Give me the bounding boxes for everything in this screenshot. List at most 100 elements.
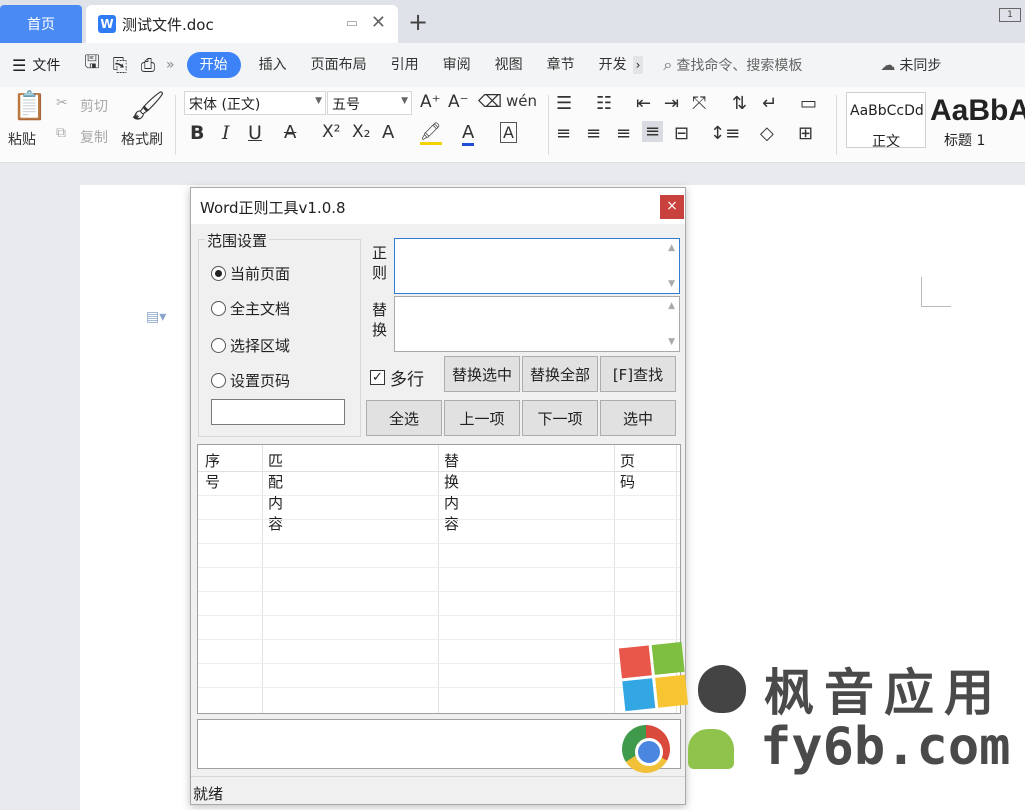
menu-bar: ☰ 文件 🖫 ⎘ ⎙ » 开始 插入 页面布局 引用 审阅 视图 章节 开发 ›… xyxy=(0,43,1025,87)
align-center-icon[interactable]: ≡ xyxy=(586,123,601,144)
message-box[interactable] xyxy=(197,719,681,769)
header-replacement[interactable]: 替换内容 xyxy=(444,450,459,534)
radio-main-document[interactable]: 全主文档 xyxy=(211,298,290,319)
select-button[interactable]: 选中 xyxy=(600,400,676,436)
increase-indent-icon[interactable]: ⇥ xyxy=(664,93,679,114)
header-divider xyxy=(198,471,680,472)
paragraph-handle-icon[interactable]: ▤▾ xyxy=(146,309,166,325)
subscript-icon[interactable]: X₂ xyxy=(352,122,370,142)
replace-input[interactable]: ▲ ▼ xyxy=(394,296,680,352)
new-tab-button[interactable]: + xyxy=(408,8,428,36)
file-menu[interactable]: ☰ 文件 xyxy=(0,55,78,75)
radio-current-page[interactable]: 当前页面 xyxy=(211,263,290,284)
results-table[interactable]: 序号 匹配内容 替换内容 页码 xyxy=(197,444,681,714)
copy-button[interactable]: 复制 xyxy=(80,127,108,147)
font-name-select[interactable]: 宋体 (正文) ▼ xyxy=(184,91,326,115)
strikethrough-icon[interactable]: A xyxy=(284,122,296,143)
decrease-indent-icon[interactable]: ⇤ xyxy=(636,93,651,114)
paragraph-mark-icon[interactable]: ↵ xyxy=(762,93,777,114)
format-painter-button[interactable]: 格式刷 xyxy=(121,129,163,149)
grow-font-icon[interactable]: A⁺ xyxy=(420,92,441,112)
sync-status[interactable]: ☁ 未同步 xyxy=(880,55,941,75)
table-row xyxy=(198,639,680,640)
header-match[interactable]: 匹配内容 xyxy=(268,450,283,534)
ruler-icon[interactable]: ▭ xyxy=(800,93,817,114)
replace-selected-button[interactable]: 替换选中 xyxy=(444,356,520,392)
paste-icon[interactable]: 📋 xyxy=(12,89,47,122)
text-effect-icon[interactable]: A xyxy=(382,122,394,143)
italic-button[interactable]: I xyxy=(222,122,230,144)
radio-selection[interactable]: 选择区域 xyxy=(211,335,290,356)
dialog-title: Word正则工具v1.0.8 xyxy=(200,199,346,217)
table-row xyxy=(198,663,680,664)
align-left-icon[interactable]: ≡ xyxy=(556,123,571,144)
close-tab-icon[interactable]: ✕ xyxy=(371,12,386,33)
tab-references[interactable]: 引用 xyxy=(379,52,431,78)
bullet-list-icon[interactable]: ☰ xyxy=(556,93,572,114)
previous-button[interactable]: 上一项 xyxy=(444,400,520,436)
clear-format-icon[interactable]: ⌫ xyxy=(478,92,502,112)
page-number-input[interactable] xyxy=(211,399,345,425)
style-heading-1[interactable]: AaBbA 标题 1 xyxy=(928,92,1025,149)
numbered-list-icon[interactable]: ☷ xyxy=(596,93,612,114)
tab-view[interactable]: 视图 xyxy=(483,52,535,78)
command-search[interactable]: ⌕ 查找命令、搜索模板 xyxy=(663,55,802,75)
find-button[interactable]: [F]查找 xyxy=(600,356,676,392)
scroll-down-icon[interactable]: ▼ xyxy=(668,337,675,347)
sort-icon[interactable]: ⇅ xyxy=(732,93,747,114)
distributed-icon[interactable]: ⊟ xyxy=(674,123,689,144)
scroll-up-icon[interactable]: ▲ xyxy=(668,243,675,253)
status-text: 就绪 xyxy=(193,785,224,803)
dialog-title-bar[interactable]: Word正则工具v1.0.8 × xyxy=(191,188,685,224)
multiline-checkbox[interactable]: ✓ 多行 xyxy=(370,365,424,390)
tab-document[interactable]: W 测试文件.doc ▭ ✕ xyxy=(86,5,398,43)
hamburger-icon: ☰ xyxy=(12,55,27,75)
table-row xyxy=(198,519,680,520)
replace-all-button[interactable]: 替换全部 xyxy=(522,356,598,392)
radio-page-number[interactable]: 设置页码 xyxy=(211,370,290,391)
table-row xyxy=(198,495,680,496)
shading-icon[interactable]: ◇ xyxy=(760,123,774,144)
align-right-icon[interactable]: ≡ xyxy=(616,123,631,144)
chinese-layout-icon[interactable]: ⤧ xyxy=(692,93,706,114)
tab-start[interactable]: 开始 xyxy=(186,52,241,78)
select-all-button[interactable]: 全选 xyxy=(366,400,442,436)
style-normal[interactable]: AaBbCcDd 正文 xyxy=(846,92,926,150)
scroll-up-icon[interactable]: ▲ xyxy=(668,301,675,311)
font-color-icon[interactable]: A xyxy=(462,122,475,146)
line-spacing-icon[interactable]: ↕≡ xyxy=(710,123,740,144)
print-icon[interactable]: ⎙ xyxy=(134,55,162,76)
tab-chapter[interactable]: 章节 xyxy=(535,52,587,78)
scroll-down-icon[interactable]: ▼ xyxy=(668,279,675,289)
tab-developer[interactable]: 开发 xyxy=(587,52,639,78)
dialog-close-button[interactable]: × xyxy=(660,195,684,219)
save-icon[interactable]: 🖫 xyxy=(78,50,106,80)
bold-button[interactable]: B xyxy=(190,122,204,144)
tab-review[interactable]: 审阅 xyxy=(431,52,483,78)
margin-corner-mark xyxy=(921,277,951,307)
column-divider xyxy=(614,445,615,713)
font-size-select[interactable]: 五号 ▼ xyxy=(327,91,412,115)
paste-button[interactable]: 粘贴 xyxy=(8,129,36,149)
pin-icon[interactable]: ▭ xyxy=(346,16,358,31)
format-painter-icon[interactable]: 🖌 xyxy=(130,89,166,122)
window-count-icon[interactable]: 1 xyxy=(999,8,1021,22)
cut-button[interactable]: 剪切 xyxy=(80,96,108,116)
tab-insert[interactable]: 插入 xyxy=(247,52,299,78)
char-border-icon[interactable]: A xyxy=(500,122,517,143)
regex-label: 正则 xyxy=(372,244,388,282)
regex-input[interactable]: ▲ ▼ xyxy=(394,238,680,294)
underline-button[interactable]: U xyxy=(248,122,262,144)
next-button[interactable]: 下一项 xyxy=(522,400,598,436)
tab-page-layout[interactable]: 页面布局 xyxy=(299,52,379,78)
highlight-icon[interactable]: 🖍 xyxy=(420,122,442,145)
justify-icon[interactable]: ≡ xyxy=(642,121,664,142)
menu-scroll-right-icon[interactable]: › xyxy=(632,56,644,74)
tab-home[interactable]: 首页 xyxy=(0,5,82,43)
phonetic-guide-icon[interactable]: wén xyxy=(506,92,537,110)
border-icon[interactable]: ⊞ xyxy=(798,123,813,144)
shrink-font-icon[interactable]: A⁻ xyxy=(448,92,469,112)
export-icon[interactable]: ⎘ xyxy=(106,55,134,76)
quick-access-more-icon[interactable]: » xyxy=(166,57,175,73)
superscript-icon[interactable]: X² xyxy=(322,122,340,142)
